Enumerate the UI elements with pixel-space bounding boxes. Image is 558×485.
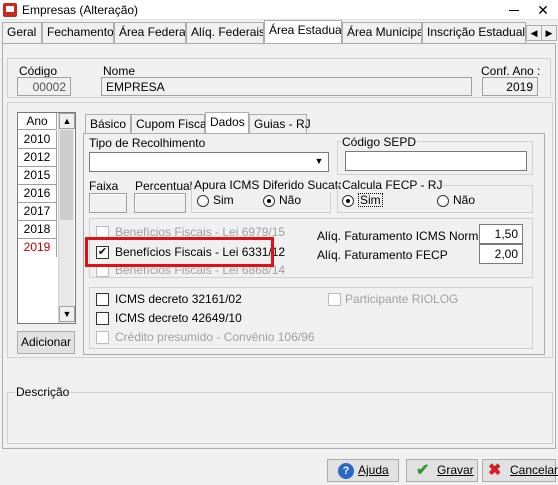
faixa-field xyxy=(89,193,127,213)
descricao-label: Descrição xyxy=(15,385,71,399)
cancelar-label: Cancelar xyxy=(510,463,558,477)
ano-list-header: Ano xyxy=(18,113,57,130)
red-highlight-box xyxy=(85,237,274,267)
minimize-button[interactable] xyxy=(502,0,526,20)
percentual-field xyxy=(134,193,186,213)
close-button[interactable]: ✕ xyxy=(528,0,558,20)
fecp-sim-label: Sim xyxy=(358,193,383,207)
tab-guias-rj[interactable]: Guias - RJ xyxy=(249,114,311,133)
tab-aliq-federais[interactable]: Alíq. Federais xyxy=(186,22,264,43)
aliq-icms-input[interactable]: 1,50 xyxy=(479,224,523,244)
fecp-sim-radio[interactable] xyxy=(342,195,354,207)
apura-nao-label: Não xyxy=(279,193,302,207)
ajuda-button[interactable]: ? Ajuda xyxy=(327,459,399,482)
chevron-down-icon[interactable]: ▼ xyxy=(311,154,327,169)
window-title: Empresas (Alteração) xyxy=(22,3,139,17)
faixa-label: Faixa xyxy=(89,179,119,193)
main-tabs: Geral Fechamento Área Federal Alíq. Fede… xyxy=(0,20,558,43)
gravar-button[interactable]: ✔ Gravar xyxy=(406,459,478,482)
ajuda-label: Ajuda xyxy=(358,463,389,477)
icms-32161-checkbox[interactable] xyxy=(96,293,109,306)
ano-list-item[interactable]: 2010 xyxy=(18,131,57,149)
tab-inscricao-estadual[interactable]: Inscrição Estadual S xyxy=(422,22,526,43)
tab-fechamento[interactable]: Fechamento xyxy=(42,22,114,43)
tab-area-estadual[interactable]: Área Estadual xyxy=(264,20,342,43)
app-icon xyxy=(3,3,17,17)
tipo-recolhimento-label: Tipo de Recolhimento xyxy=(89,136,206,150)
nome-field: EMPRESA xyxy=(101,77,472,96)
inner-tabs: Básico Cupom Fiscal Dados Guias - RJ xyxy=(85,112,545,134)
cancel-x-icon: ✖ xyxy=(488,462,502,479)
ano-list-scrollbar[interactable]: ▲ ▼ xyxy=(58,113,75,323)
tab-scroll-right[interactable]: ▶ xyxy=(541,25,557,41)
codigo-field: 00002 xyxy=(17,77,71,96)
fecp-nao-radio[interactable] xyxy=(437,195,449,207)
tab-geral[interactable]: Geral xyxy=(2,22,42,43)
icms-42649-checkbox[interactable] xyxy=(96,312,109,325)
tab-area-federal[interactable]: Área Federal xyxy=(114,22,186,43)
descricao-group xyxy=(7,392,553,444)
codigo-label: Código xyxy=(19,64,58,78)
ano-list-item[interactable]: 2012 xyxy=(18,149,57,167)
apura-icms-label: Apura ICMS Diferido Sucata xyxy=(193,178,346,192)
conf-ano-label: Conf. Ano : xyxy=(481,64,541,78)
apura-sim-label: Sim xyxy=(213,193,234,207)
ano-list-item-selected[interactable]: 2019 xyxy=(18,239,57,257)
scroll-up-button[interactable]: ▲ xyxy=(59,113,75,129)
apura-sim-radio[interactable] xyxy=(197,195,209,207)
tab-cupom-fiscal[interactable]: Cupom Fiscal xyxy=(131,114,209,133)
icms-42649-label: ICMS decreto 42649/10 xyxy=(115,311,242,325)
title-bar: Empresas (Alteração) ✕ xyxy=(0,0,558,20)
credito-presumido-checkbox[interactable] xyxy=(96,331,109,344)
codigo-sepd-label: Código SEPD xyxy=(341,135,418,149)
scroll-down-button[interactable]: ▼ xyxy=(59,306,75,322)
participante-riolog-label: Participante RIOLOG xyxy=(345,292,459,306)
gravar-label: Gravar xyxy=(437,463,474,477)
aliq-fecp-label: Alíq. Faturamento FECP xyxy=(317,248,448,262)
tab-area-municipal[interactable]: Área Municipal xyxy=(342,22,422,43)
ano-list-item[interactable]: 2017 xyxy=(18,203,57,221)
help-icon: ? xyxy=(338,463,354,479)
checkmark-icon: ✔ xyxy=(416,462,430,479)
scroll-thumb[interactable] xyxy=(60,130,73,220)
fecp-label: Calcula FECP - RJ xyxy=(341,178,444,192)
aliq-fecp-input[interactable]: 2,00 xyxy=(479,244,523,264)
tab-scroll-left[interactable]: ◀ xyxy=(526,25,542,41)
tab-basico[interactable]: Básico xyxy=(85,114,131,133)
tab-dados[interactable]: Dados xyxy=(205,112,249,133)
apura-nao-radio[interactable] xyxy=(263,195,275,207)
ano-list-item[interactable]: 2015 xyxy=(18,167,57,185)
ano-list-item[interactable]: 2018 xyxy=(18,221,57,239)
main-panel: Código 00002 Nome EMPRESA Conf. Ano : 20… xyxy=(2,43,556,449)
icms-32161-label: ICMS decreto 32161/02 xyxy=(115,292,242,306)
adicionar-button[interactable]: Adicionar xyxy=(17,331,75,354)
nome-label: Nome xyxy=(103,64,136,78)
participante-riolog-checkbox[interactable] xyxy=(328,293,341,306)
ano-list[interactable]: Ano 2010 2012 2015 2016 2017 2018 2019 ▲… xyxy=(17,112,76,324)
ano-list-item[interactable]: 2016 xyxy=(18,185,57,203)
cancelar-button[interactable]: ✖ Cancelar xyxy=(482,459,558,482)
conf-ano-field: 2019 xyxy=(482,77,538,96)
tipo-recolhimento-select[interactable]: ▼ xyxy=(89,152,329,172)
percentual-label: Percentual xyxy=(135,179,193,193)
aliq-icms-label: Alíq. Faturamento ICMS Normal xyxy=(317,229,488,243)
credito-presumido-label: Crédito presumido - Convênio 106/96 xyxy=(115,330,315,344)
codigo-sepd-input[interactable] xyxy=(345,151,527,171)
fecp-nao-label: Não xyxy=(453,193,476,207)
